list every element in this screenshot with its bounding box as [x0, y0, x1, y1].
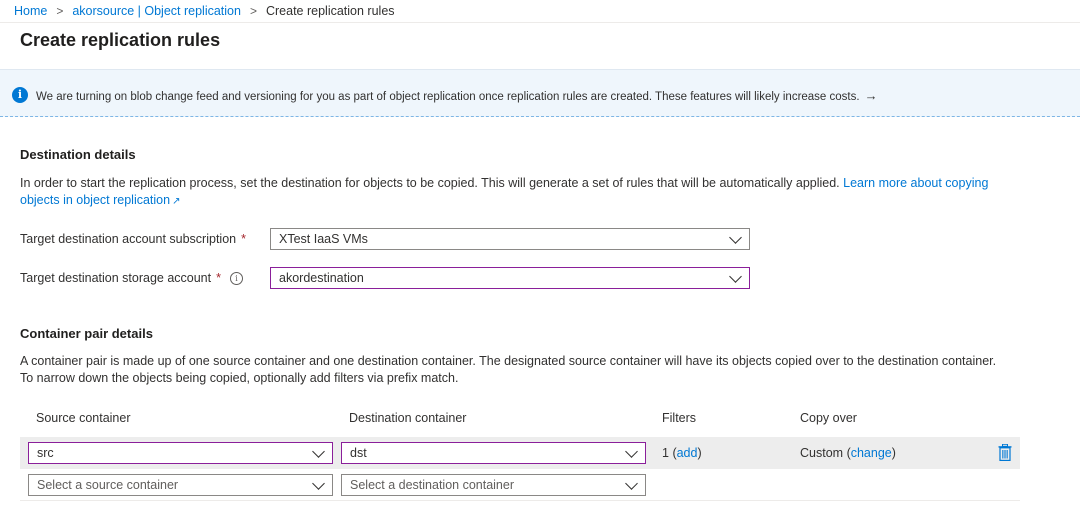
storage-account-dropdown[interactable]: akordestination	[270, 267, 750, 289]
info-icon: i	[12, 87, 28, 103]
chevron-down-icon	[729, 231, 742, 244]
arrow-right-icon[interactable]: →	[865, 88, 878, 103]
copy-over-value: Custom	[800, 446, 844, 460]
filters-cell: 1 (add)	[662, 446, 702, 460]
page-title: Create replication rules	[20, 30, 221, 50]
new-destination-container-dropdown[interactable]: Select a destination container	[341, 474, 646, 496]
destination-details-title: Destination details	[20, 147, 136, 162]
info-banner: i We are turning on blob change feed and…	[0, 69, 1080, 117]
destination-placeholder: Select a destination container	[350, 478, 514, 492]
external-link-icon[interactable]: ↗	[172, 196, 180, 207]
chevron-down-icon	[729, 270, 742, 283]
source-placeholder: Select a source container	[37, 478, 179, 492]
column-header-copy-over: Copy over	[800, 411, 857, 425]
container-pair-description: A container pair is made up of one sourc…	[20, 354, 997, 385]
destination-description: In order to start the replication proces…	[20, 175, 1000, 210]
info-icon[interactable]: i	[229, 271, 243, 285]
destination-container-dropdown[interactable]: dst	[341, 442, 646, 464]
chevron-right-icon: >	[56, 4, 64, 18]
chevron-down-icon	[625, 477, 638, 490]
subscription-dropdown[interactable]: XTest IaaS VMs	[270, 228, 750, 250]
chevron-down-icon	[312, 445, 325, 458]
add-filter-link[interactable]: add	[677, 446, 698, 460]
source-container-value: src	[37, 446, 54, 460]
copy-over-cell: Custom (change)	[800, 446, 896, 460]
subscription-label: Target destination account subscription *	[20, 232, 246, 246]
column-header-source: Source container	[36, 411, 131, 425]
chevron-down-icon	[312, 477, 325, 490]
column-header-filters: Filters	[662, 411, 697, 425]
subscription-value: XTest IaaS VMs	[279, 232, 368, 246]
divider	[0, 22, 1080, 23]
storage-account-value: akordestination	[279, 271, 364, 285]
breadcrumb-home-link[interactable]: Home	[14, 4, 47, 18]
column-header-destination: Destination container	[349, 411, 467, 425]
filters-count: 1	[662, 446, 669, 460]
change-copy-over-link[interactable]: change	[851, 446, 892, 460]
required-marker: *	[216, 271, 221, 285]
new-source-container-dropdown[interactable]: Select a source container	[28, 474, 333, 496]
destination-description-text: In order to start the replication proces…	[20, 176, 840, 190]
banner-message[interactable]: We are turning on blob change feed and v…	[36, 88, 878, 103]
storage-label-text: Target destination storage account	[20, 271, 212, 285]
source-container-dropdown[interactable]: src	[28, 442, 333, 464]
breadcrumb-current: Create replication rules	[265, 4, 395, 18]
required-marker: *	[241, 232, 246, 246]
breadcrumb: Home > akorsource | Object replication >…	[14, 3, 395, 19]
storage-account-label: Target destination storage account * i	[20, 271, 243, 285]
container-pair-title: Container pair details	[20, 326, 153, 341]
trash-icon[interactable]	[998, 444, 1012, 461]
breadcrumb-account-link[interactable]: akorsource | Object replication	[72, 4, 241, 18]
divider	[20, 500, 1020, 501]
banner-text: We are turning on blob change feed and v…	[36, 91, 860, 103]
chevron-down-icon	[625, 445, 638, 458]
subscription-label-text: Target destination account subscription	[20, 232, 237, 246]
chevron-right-icon: >	[249, 4, 257, 18]
destination-container-value: dst	[350, 446, 367, 460]
